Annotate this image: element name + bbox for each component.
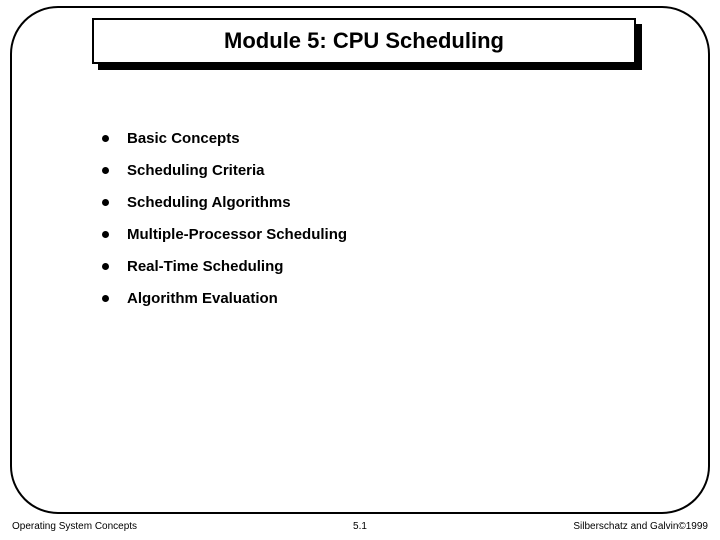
bullet-label: Algorithm Evaluation xyxy=(127,290,278,307)
slide-title: Module 5: CPU Scheduling xyxy=(224,28,504,54)
list-item: Scheduling Algorithms xyxy=(102,194,347,211)
bullet-label: Scheduling Criteria xyxy=(127,162,265,179)
bullet-list: Basic Concepts Scheduling Criteria Sched… xyxy=(102,130,347,322)
bullet-icon xyxy=(102,167,109,174)
bullet-label: Real-Time Scheduling xyxy=(127,258,283,275)
bullet-icon xyxy=(102,231,109,238)
list-item: Multiple-Processor Scheduling xyxy=(102,226,347,243)
bullet-icon xyxy=(102,295,109,302)
bullet-label: Scheduling Algorithms xyxy=(127,194,291,211)
bullet-label: Multiple-Processor Scheduling xyxy=(127,226,347,243)
footer-copyright: Silberschatz and Galvin©1999 xyxy=(573,521,708,532)
bullet-icon xyxy=(102,199,109,206)
list-item: Scheduling Criteria xyxy=(102,162,347,179)
bullet-icon xyxy=(102,135,109,142)
footer-page-number: 5.1 xyxy=(353,521,367,532)
list-item: Real-Time Scheduling xyxy=(102,258,347,275)
title-box: Module 5: CPU Scheduling xyxy=(92,18,636,64)
list-item: Basic Concepts xyxy=(102,130,347,147)
bullet-icon xyxy=(102,263,109,270)
footer-left: Operating System Concepts xyxy=(12,521,137,532)
bullet-label: Basic Concepts xyxy=(127,130,240,147)
list-item: Algorithm Evaluation xyxy=(102,290,347,307)
